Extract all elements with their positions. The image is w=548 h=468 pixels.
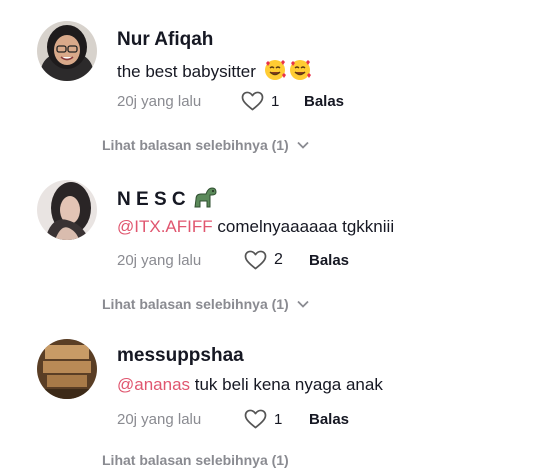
comment-meta: 20j yang lalu 2 Balas [117,250,349,270]
heart-icon [241,91,264,111]
view-more-replies-button[interactable]: Lihat balasan selebihnya (1) [102,137,309,153]
comment-body: tuk beli kena nyaga anak [190,375,383,394]
comment-meta: 20j yang lalu 1 Balas [117,409,349,429]
comment-text: @ITX.AFIFF comelnyaaaaaa tgkkniii [117,217,394,237]
comment-body: comelnyaaaaaa tgkkniii [212,217,395,236]
comment-time: 20j yang lalu [117,410,202,428]
avatar[interactable] [37,339,97,399]
mention-link[interactable]: @ananas [117,375,190,394]
like-count: 2 [274,251,283,268]
like-count: 1 [271,92,280,110]
view-more-replies-button[interactable]: Lihat balasan selebihnya (1) [102,452,289,468]
reply-button[interactable]: Balas [309,252,349,269]
chevron-down-icon [297,141,309,149]
chevron-down-icon [297,300,309,308]
view-more-replies-label: Lihat balasan selebihnya (1) [102,137,289,153]
heart-icon [244,409,267,429]
like-button[interactable]: 1 [241,91,301,111]
author-name: N E S C [117,189,186,210]
like-button[interactable]: 1 [244,409,304,429]
comment-item: N E S C @ITX.AFIFF comelnyaaaaaa tgkknii… [0,180,548,312]
comment-item: messuppshaa @ananas tuk beli kena nyaga … [0,339,548,468]
reply-button[interactable]: Balas [309,411,349,428]
comment-author[interactable]: Nur Afiqah [117,29,213,51]
comment-text: the best babysitter [117,59,311,86]
view-more-replies-button[interactable]: Lihat balasan selebihnya (1) [102,296,309,312]
comment-author[interactable]: N E S C [117,185,218,215]
comment-time: 20j yang lalu [117,92,202,110]
dinosaur-icon [192,185,218,215]
avatar[interactable] [37,21,97,81]
comment-body: the best babysitter [117,62,256,81]
mention-link[interactable]: @ITX.AFIFF [117,217,213,236]
comment-meta: 20j yang lalu 1 Balas [117,91,344,111]
smiling-face-with-hearts-icon [289,59,311,86]
view-more-replies-label: Lihat balasan selebihnya (1) [102,452,289,468]
reply-button[interactable]: Balas [304,93,344,110]
comment-item: Nur Afiqah the best babysitter 20j yang … [0,21,548,153]
like-count: 1 [274,410,283,428]
heart-icon [244,250,267,270]
comment-time: 20j yang lalu [117,251,202,269]
view-more-replies-label: Lihat balasan selebihnya (1) [102,296,289,312]
comment-author[interactable]: messuppshaa [117,345,244,367]
comment-text: @ananas tuk beli kena nyaga anak [117,375,383,395]
smiling-face-with-hearts-icon [264,59,286,86]
avatar[interactable] [37,180,97,240]
like-button[interactable]: 2 [244,250,304,270]
